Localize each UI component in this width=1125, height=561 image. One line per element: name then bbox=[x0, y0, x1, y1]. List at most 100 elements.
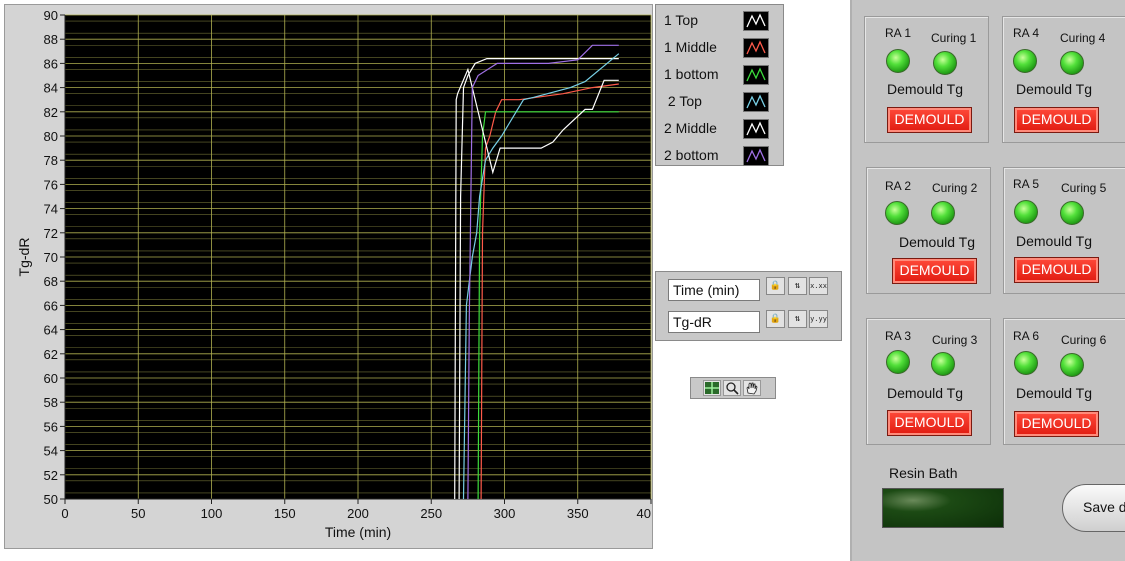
legend-item[interactable]: 1 bottom bbox=[656, 63, 785, 89]
y-tick-label: 54 bbox=[44, 444, 58, 459]
ra-label: RA 3 bbox=[885, 329, 912, 343]
x-tick-label: 350 bbox=[567, 506, 589, 521]
plot-legend[interactable]: 1 Top 1 Middle 1 bottom 2 Top 2 Middle 2… bbox=[655, 4, 784, 166]
legend-item[interactable]: 2 Top bbox=[656, 90, 785, 116]
x-tick-label: 150 bbox=[274, 506, 296, 521]
curing-indicator-led bbox=[1060, 353, 1084, 377]
x-tick-label: 300 bbox=[494, 506, 516, 521]
demould-tg-label: Demould Tg bbox=[1016, 81, 1093, 97]
station-ra-2: RA 2 Curing 2 Demould Tg DEMOULD bbox=[866, 167, 991, 294]
x-tick-label: 50 bbox=[131, 506, 145, 521]
station-ra-1: RA 1 Curing 1 Demould Tg DEMOULD bbox=[864, 16, 989, 143]
ra-indicator-led bbox=[1014, 351, 1038, 375]
zoom-icon[interactable] bbox=[723, 380, 741, 396]
waveform-graph[interactable]: 50 52 54 56 58 60 62 64 66 68 70 72 74 76 78 80 82 84 86 88… bbox=[4, 4, 653, 549]
curing-indicator-led bbox=[1060, 51, 1084, 75]
demould-button[interactable]: DEMOULD bbox=[887, 107, 972, 133]
plot-style-icon[interactable] bbox=[743, 65, 769, 85]
cursor-crosshair-icon[interactable] bbox=[703, 380, 721, 396]
curing-label: Curing 5 bbox=[1061, 181, 1107, 195]
plot-style-icon[interactable] bbox=[743, 38, 769, 58]
y-tick-label: 50 bbox=[44, 492, 58, 507]
demould-tg-label: Demould Tg bbox=[1016, 233, 1093, 249]
demould-tg-label: Demould Tg bbox=[887, 385, 964, 401]
curing-indicator-led bbox=[933, 51, 957, 75]
y-tick-label: 64 bbox=[44, 323, 58, 338]
curing-indicator-led bbox=[1060, 201, 1084, 225]
legend-item[interactable]: 1 Top bbox=[656, 9, 785, 35]
y-tick-label: 90 bbox=[44, 8, 58, 23]
y-lock-icon[interactable]: 🔒 bbox=[766, 310, 785, 328]
y-scale-name-field[interactable]: Tg-dR bbox=[668, 311, 760, 333]
y-autoscale-icon[interactable]: ⇅ bbox=[788, 310, 807, 328]
y-tick-label: 84 bbox=[44, 81, 58, 96]
station-ra-6: RA 6 Curing 6 Demould Tg DEMOULD bbox=[1003, 318, 1125, 445]
ra-label: RA 5 bbox=[1013, 177, 1040, 191]
station-ra-4: RA 4 Curing 4 Demould Tg DEMOULD bbox=[1002, 16, 1125, 143]
x-tick-label: 250 bbox=[420, 506, 442, 521]
legend-item[interactable]: 2 Middle bbox=[656, 117, 785, 143]
plot-style-icon[interactable] bbox=[743, 119, 769, 139]
legend-item-label: 2 Middle bbox=[664, 120, 717, 136]
y-tick-label: 76 bbox=[44, 177, 58, 192]
x-tick-label: 0 bbox=[61, 506, 68, 521]
x-scale-name-field[interactable]: Time (min) bbox=[668, 279, 760, 301]
curing-indicator-led bbox=[931, 201, 955, 225]
save-button[interactable]: Save d bbox=[1062, 484, 1125, 532]
legend-item[interactable]: 2 bottom bbox=[656, 144, 785, 170]
y-tick-label: 70 bbox=[44, 250, 58, 265]
y-tick-label: 62 bbox=[44, 347, 58, 362]
x-axis-label: Time (min) bbox=[325, 524, 391, 540]
y-tick-label: 88 bbox=[44, 32, 58, 47]
demould-button[interactable]: DEMOULD bbox=[1014, 411, 1099, 437]
y-tick-label: 52 bbox=[44, 468, 58, 483]
x-tick-label: 100 bbox=[201, 506, 223, 521]
demould-button[interactable]: DEMOULD bbox=[1014, 257, 1099, 283]
curing-label: Curing 6 bbox=[1061, 333, 1107, 347]
demould-button[interactable]: DEMOULD bbox=[887, 410, 972, 436]
plot-style-icon[interactable] bbox=[743, 146, 769, 166]
y-tick-label: 78 bbox=[44, 153, 58, 168]
y-format-button[interactable]: y.yy bbox=[809, 310, 828, 328]
y-tick-label: 82 bbox=[44, 105, 58, 120]
legend-item-label: 1 Middle bbox=[664, 39, 717, 55]
y-tick-label: 74 bbox=[44, 202, 58, 217]
y-tick-label: 60 bbox=[44, 371, 58, 386]
x-tick-label: 40 bbox=[637, 506, 651, 521]
pan-hand-icon[interactable] bbox=[743, 380, 761, 396]
curing-label: Curing 4 bbox=[1060, 31, 1106, 45]
y-tick-label: 80 bbox=[44, 129, 58, 144]
legend-item-label: 2 bottom bbox=[664, 147, 719, 163]
y-tick-label: 66 bbox=[44, 298, 58, 313]
legend-item-label: 1 Top bbox=[664, 12, 698, 28]
x-autoscale-icon[interactable]: ⇅ bbox=[788, 277, 807, 295]
x-tick-label: 200 bbox=[347, 506, 369, 521]
scale-legend: Time (min) 🔒 ⇅ x.xx Tg-dR 🔒 ⇅ y.yy bbox=[655, 271, 842, 341]
station-ra-5: RA 5 Curing 5 Demould Tg DEMOULD bbox=[1003, 167, 1125, 294]
ra-label: RA 4 bbox=[1013, 26, 1040, 40]
graph-palette bbox=[690, 377, 776, 399]
resin-bath-label: Resin Bath bbox=[889, 465, 958, 481]
legend-item-label: 2 Top bbox=[664, 93, 702, 109]
ra-indicator-led bbox=[885, 201, 909, 225]
legend-item[interactable]: 1 Middle bbox=[656, 36, 785, 62]
curing-label: Curing 3 bbox=[932, 333, 978, 347]
curing-indicator-led bbox=[931, 352, 955, 376]
ra-indicator-led bbox=[886, 350, 910, 374]
plot-style-icon[interactable] bbox=[743, 92, 769, 112]
curing-label: Curing 1 bbox=[931, 31, 977, 45]
y-tick-label: 68 bbox=[44, 274, 58, 289]
plot-style-icon[interactable] bbox=[743, 11, 769, 31]
y-tick-label: 56 bbox=[44, 419, 58, 434]
x-format-button[interactable]: x.xx bbox=[809, 277, 828, 295]
x-lock-icon[interactable]: 🔒 bbox=[766, 277, 785, 295]
ra-label: RA 6 bbox=[1013, 329, 1040, 343]
y-tick-label: 72 bbox=[44, 226, 58, 241]
demould-button[interactable]: DEMOULD bbox=[1014, 107, 1099, 133]
curing-label: Curing 2 bbox=[932, 181, 978, 195]
ra-label: RA 2 bbox=[885, 179, 912, 193]
y-tick-label: 86 bbox=[44, 56, 58, 71]
demould-button[interactable]: DEMOULD bbox=[892, 258, 977, 284]
legend-item-label: 1 bottom bbox=[664, 66, 719, 82]
demould-tg-label: Demould Tg bbox=[899, 234, 976, 250]
